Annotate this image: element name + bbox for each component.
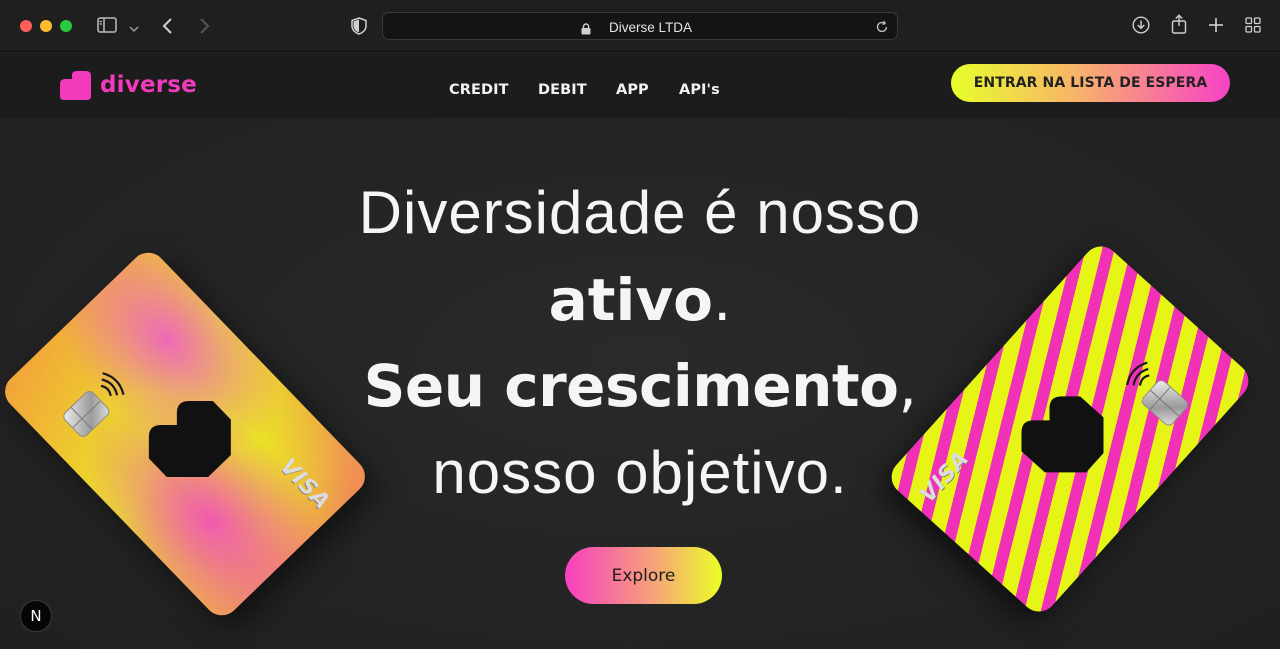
tab-overview-icon[interactable] <box>1245 17 1261 36</box>
hero-section: VISA VISA Diversidade é nosso ativo. Seu… <box>0 118 1280 649</box>
hero-headline-line4: nosso objetivo. <box>432 439 848 506</box>
back-icon[interactable] <box>162 17 174 38</box>
hero-phrase-crescimento: Seu crescimento <box>363 352 899 420</box>
hero-word-ativo: ativo <box>548 266 713 334</box>
hero-period: . <box>712 266 732 334</box>
nav-debit[interactable]: DEBIT <box>538 82 587 98</box>
nav-apis[interactable]: API's <box>679 82 720 98</box>
logo-heart-icon <box>60 70 91 100</box>
nav-credit[interactable]: CREDIT <box>449 82 509 98</box>
logo-text: diverse <box>100 72 197 98</box>
chevron-down-icon[interactable] <box>129 20 139 36</box>
privacy-shield-icon[interactable] <box>351 17 367 38</box>
hero-comma: , <box>898 352 917 420</box>
reload-icon[interactable] <box>875 19 889 38</box>
url-text: Diverse LTDA <box>609 20 693 35</box>
logo[interactable]: diverse <box>59 68 197 102</box>
forward-icon[interactable] <box>198 17 210 38</box>
card-chip-icon <box>60 388 112 440</box>
sidebar-toggle-icon[interactable] <box>97 17 117 36</box>
nav-app[interactable]: APP <box>616 82 649 98</box>
lock-icon <box>581 20 591 35</box>
minimize-window-button[interactable] <box>40 20 52 32</box>
browser-toolbar: Diverse LTDA <box>0 0 1280 52</box>
hero-headline-line3: Seu crescimento, <box>240 352 1040 420</box>
card-chip-icon <box>1139 377 1191 429</box>
address-bar[interactable]: Diverse LTDA <box>382 12 898 40</box>
explore-button[interactable]: Explore <box>565 547 722 604</box>
card-heart-logo-icon <box>148 401 231 478</box>
hero-headline-line2: ativo. <box>240 266 1040 334</box>
nextjs-dev-badge[interactable]: N <box>20 600 52 632</box>
site-header: diverse CREDIT DEBIT APP API's ENTRAR NA… <box>0 53 1280 118</box>
new-tab-icon[interactable] <box>1208 17 1224 36</box>
hero-headline-line1: Diversidade é nosso <box>358 179 922 246</box>
downloads-icon[interactable] <box>1132 16 1150 37</box>
close-window-button[interactable] <box>20 20 32 32</box>
waitlist-button[interactable]: ENTRAR NA LISTA DE ESPERA <box>951 64 1230 102</box>
share-icon[interactable] <box>1171 14 1187 37</box>
zoom-window-button[interactable] <box>60 20 72 32</box>
